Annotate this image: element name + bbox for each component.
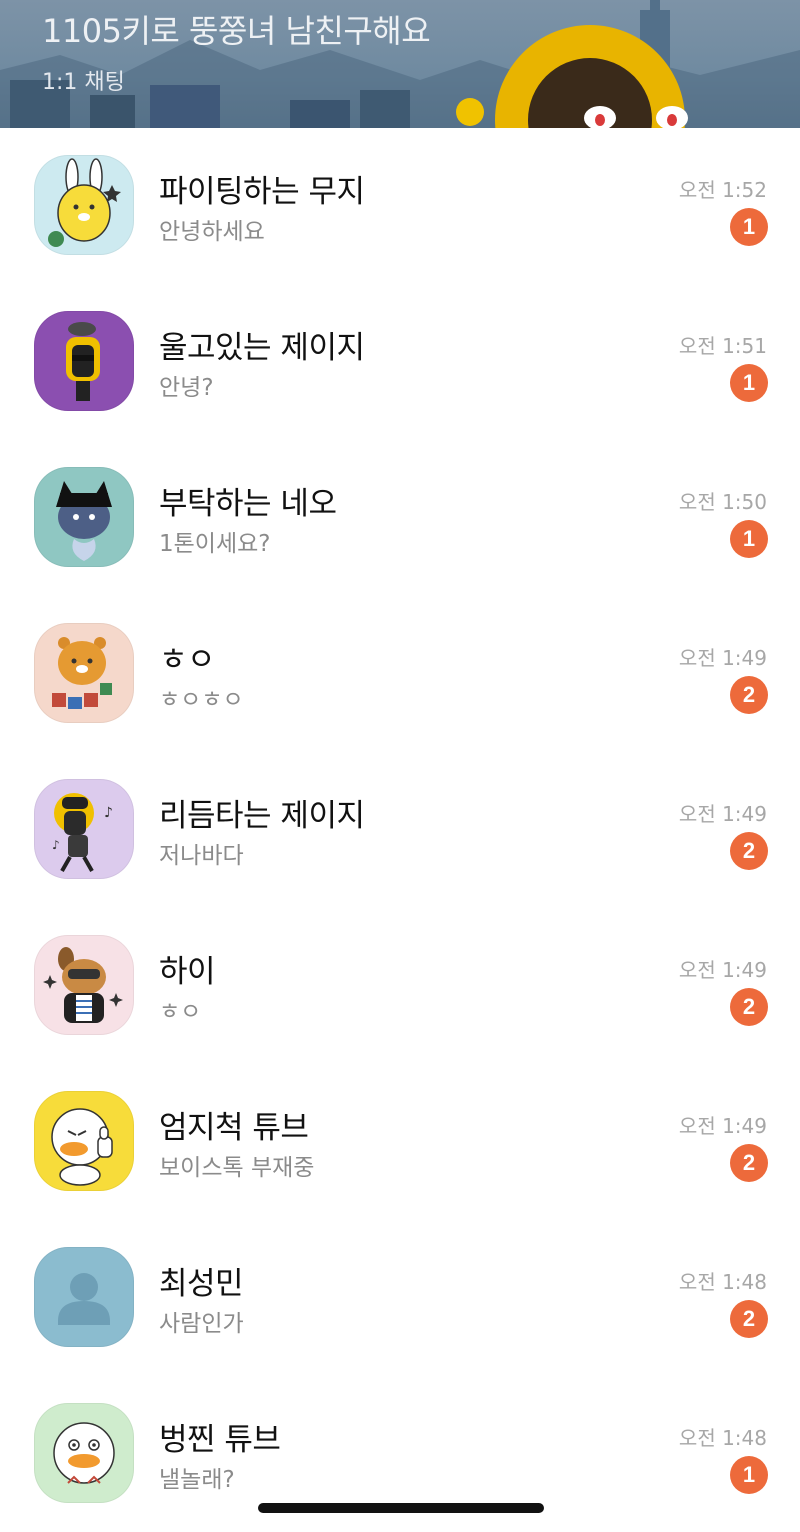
neo-pleading-icon <box>34 467 134 567</box>
chat-preview: 1톤이세요? <box>159 531 271 557</box>
chat-room-header[interactable]: 1105키로 뚱쭝녀 남친구해요 1:1 채팅 <box>0 0 800 128</box>
chat-name: 하이 <box>159 954 216 990</box>
chat-list-item[interactable]: ♪ ♪ 리듬타는 제이지 저나바다 오전 1:49 2 <box>0 752 800 908</box>
jayg-crying-icon <box>34 311 134 411</box>
chat-time: 오전 1:49 <box>678 646 767 670</box>
chat-preview: 안녕? <box>159 375 214 401</box>
chat-list-item[interactable]: ㅎㅇ ㅎㅇㅎㅇ 오전 1:49 2 <box>0 596 800 752</box>
chat-name: 파이팅하는 무지 <box>159 174 365 210</box>
chat-room-type: 1:1 채팅 <box>42 70 125 95</box>
chat-list: 파이팅하는 무지 안녕하세요 오전 1:52 1 울고있는 제이지 안녕? 오전… <box>0 128 800 1532</box>
chat-preview: 저나바다 <box>159 843 244 869</box>
chat-time: 오전 1:49 <box>678 1114 767 1138</box>
home-indicator[interactable] <box>258 1503 544 1513</box>
unread-badge: 2 <box>730 988 768 1026</box>
chat-name: ㅎㅇ <box>159 642 216 678</box>
chat-name: 리듬타는 제이지 <box>159 798 365 834</box>
unread-badge: 2 <box>730 1300 768 1338</box>
chat-list-item[interactable]: 엄지척 튜브 보이스톡 부재중 오전 1:49 2 <box>0 1064 800 1220</box>
unread-badge: 1 <box>730 208 768 246</box>
unread-badge: 2 <box>730 1144 768 1182</box>
chat-list-item[interactable]: 최성민 사람인가 오전 1:48 2 <box>0 1220 800 1376</box>
chat-preview: 보이스톡 부재중 <box>159 1155 315 1181</box>
chat-name: 최성민 <box>159 1266 244 1302</box>
default-person-icon <box>34 1247 134 1347</box>
unread-badge: 2 <box>730 676 768 714</box>
chat-name: 엄지척 튜브 <box>159 1110 309 1146</box>
chat-time: 오전 1:48 <box>678 1426 767 1450</box>
tube-thumbsup-icon <box>34 1091 134 1191</box>
unread-badge: 2 <box>730 832 768 870</box>
svg-text:♪: ♪ <box>104 805 113 821</box>
chat-list-item[interactable]: 하이 ㅎㅇ 오전 1:49 2 <box>0 908 800 1064</box>
chat-preview: ㅎㅇㅎㅇ <box>159 687 244 713</box>
chat-name: 부탁하는 네오 <box>159 486 337 522</box>
chat-time: 오전 1:51 <box>678 334 767 358</box>
unread-badge: 1 <box>730 364 768 402</box>
chat-name: 울고있는 제이지 <box>159 330 365 366</box>
chat-preview: ㅎㅇ <box>159 999 202 1025</box>
chat-time: 오전 1:52 <box>678 178 767 202</box>
chat-time: 오전 1:50 <box>678 490 767 514</box>
svg-text:♪: ♪ <box>52 838 60 852</box>
chat-name: 벙찐 튜브 <box>159 1422 281 1458</box>
chat-list-item[interactable]: 울고있는 제이지 안녕? 오전 1:51 1 <box>0 284 800 440</box>
unread-badge: 1 <box>730 1456 768 1494</box>
chat-preview: 낼놀래? <box>159 1467 235 1493</box>
chat-list-item[interactable]: 파이팅하는 무지 안녕하세요 오전 1:52 1 <box>0 128 800 284</box>
frodo-sparkle-icon <box>34 935 134 1035</box>
unread-badge: 1 <box>730 520 768 558</box>
tube-dazed-icon <box>34 1403 134 1503</box>
chat-time: 오전 1:49 <box>678 958 767 982</box>
muzi-fighting-icon <box>34 155 134 255</box>
jayg-rhythm-icon: ♪ ♪ <box>34 779 134 879</box>
chat-list-item[interactable]: 부탁하는 네오 1톤이세요? 오전 1:50 1 <box>0 440 800 596</box>
chat-room-title: 1105키로 뚱쭝녀 남친구해요 <box>42 12 431 50</box>
chat-preview: 안녕하세요 <box>159 219 265 245</box>
chat-preview: 사람인가 <box>159 1311 244 1337</box>
chat-time: 오전 1:49 <box>678 802 767 826</box>
ryan-blocks-icon <box>34 623 134 723</box>
chat-time: 오전 1:48 <box>678 1270 767 1294</box>
